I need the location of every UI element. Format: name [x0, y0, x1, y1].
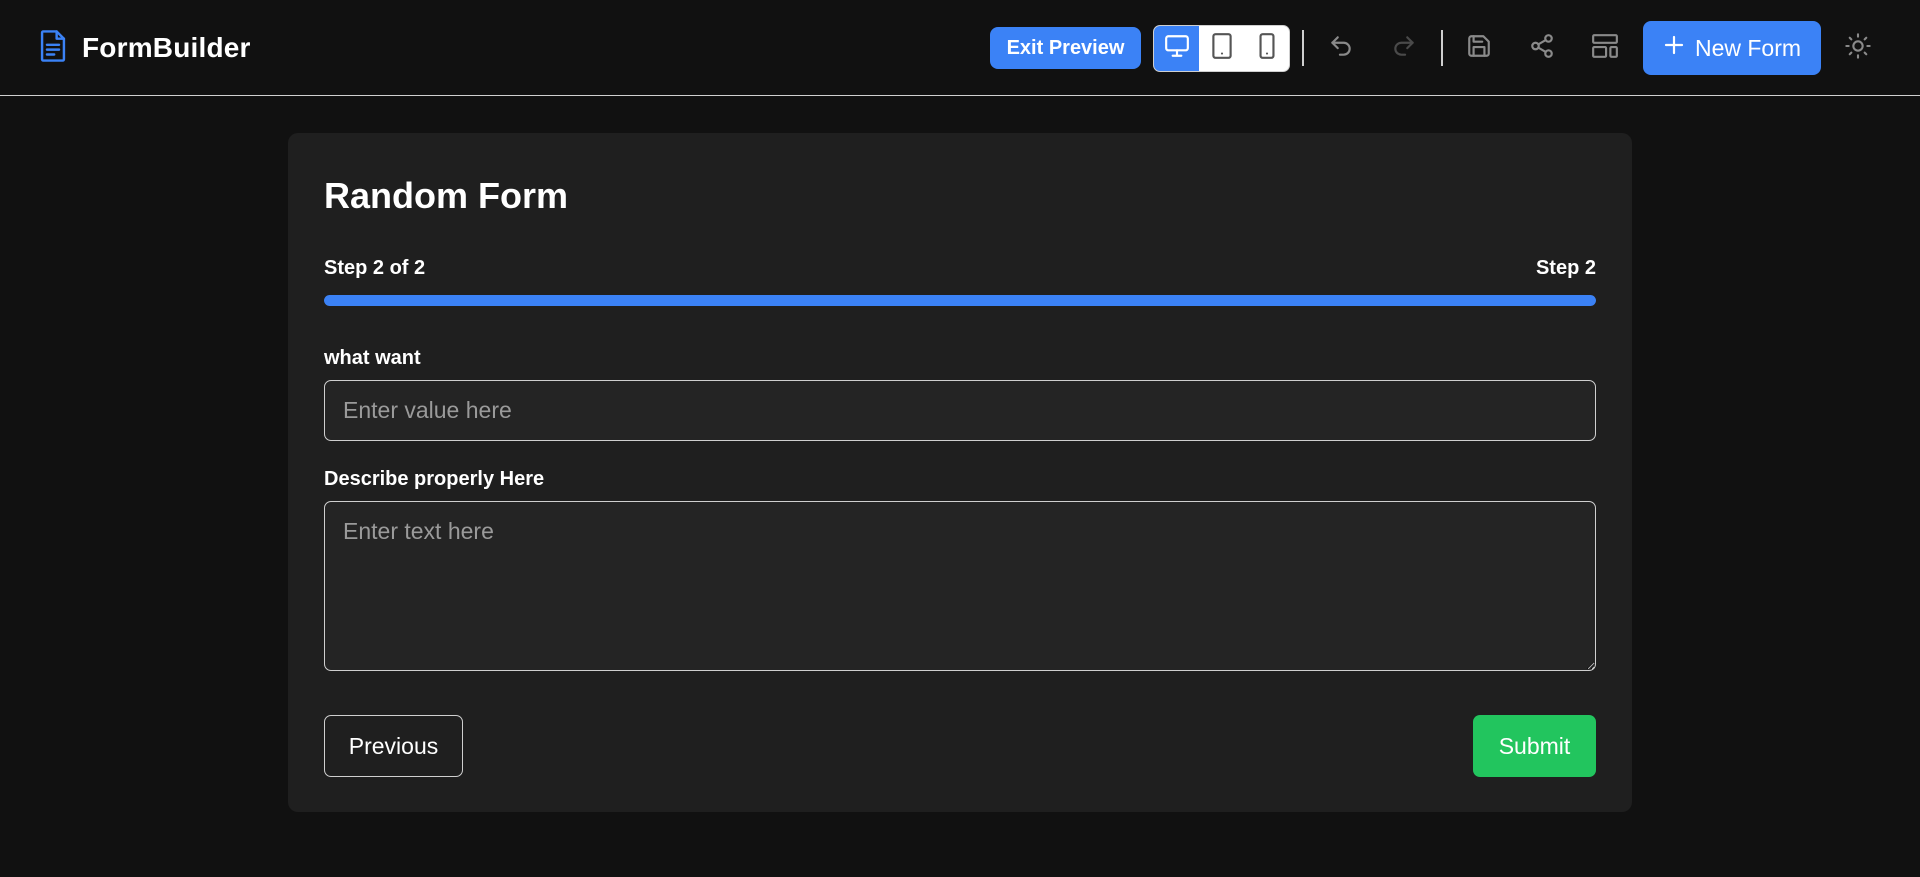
- form-title: Random Form: [324, 175, 569, 216]
- layout-icon: [1591, 33, 1619, 64]
- field-label: what want: [324, 347, 421, 369]
- device-mode-toggle: [1153, 25, 1290, 72]
- save-icon: [1466, 33, 1492, 64]
- progress-fill: [324, 295, 1596, 306]
- what-want-input[interactable]: [324, 380, 1596, 441]
- app-title: FormBuilder: [82, 32, 251, 63]
- previous-button[interactable]: Previous: [324, 715, 463, 777]
- save-button[interactable]: [1459, 28, 1499, 68]
- new-form-label: New Form: [1694, 34, 1802, 61]
- layout-button[interactable]: [1585, 28, 1625, 68]
- undo-button[interactable]: [1321, 28, 1361, 68]
- toolbar-divider: [1302, 30, 1304, 66]
- description-textarea[interactable]: [324, 501, 1596, 671]
- sun-icon: [1844, 32, 1872, 65]
- field-label: Describe properly Here: [324, 468, 545, 490]
- monitor-icon: [1164, 34, 1190, 63]
- exit-preview-button[interactable]: Exit Preview: [990, 27, 1141, 69]
- share-button[interactable]: [1522, 28, 1562, 68]
- share-icon: [1529, 33, 1555, 64]
- new-form-button[interactable]: New Form: [1643, 21, 1821, 75]
- redo-button[interactable]: [1384, 28, 1424, 68]
- step-name: Step 2: [1535, 257, 1596, 279]
- toolbar-divider: [1441, 30, 1443, 66]
- progress-bar: [324, 295, 1596, 306]
- tablet-mode-button[interactable]: [1199, 26, 1244, 71]
- document-icon: [38, 29, 68, 68]
- plus-icon: [1663, 34, 1685, 62]
- form-card: Random Form Step 2 of 2 Step 2 what want…: [288, 133, 1632, 812]
- brand[interactable]: FormBuilder: [38, 29, 251, 68]
- redo-icon: [1391, 33, 1417, 64]
- top-bar: FormBuilder Exit Preview New Form: [0, 0, 1920, 96]
- theme-toggle-button[interactable]: [1838, 28, 1878, 68]
- desktop-mode-button[interactable]: [1154, 26, 1199, 71]
- tablet-icon: [1211, 32, 1233, 65]
- mobile-mode-button[interactable]: [1244, 26, 1289, 71]
- step-indicator: Step 2 of 2: [324, 257, 426, 279]
- undo-icon: [1328, 33, 1354, 64]
- smartphone-icon: [1258, 32, 1276, 65]
- submit-button[interactable]: Submit: [1473, 715, 1596, 777]
